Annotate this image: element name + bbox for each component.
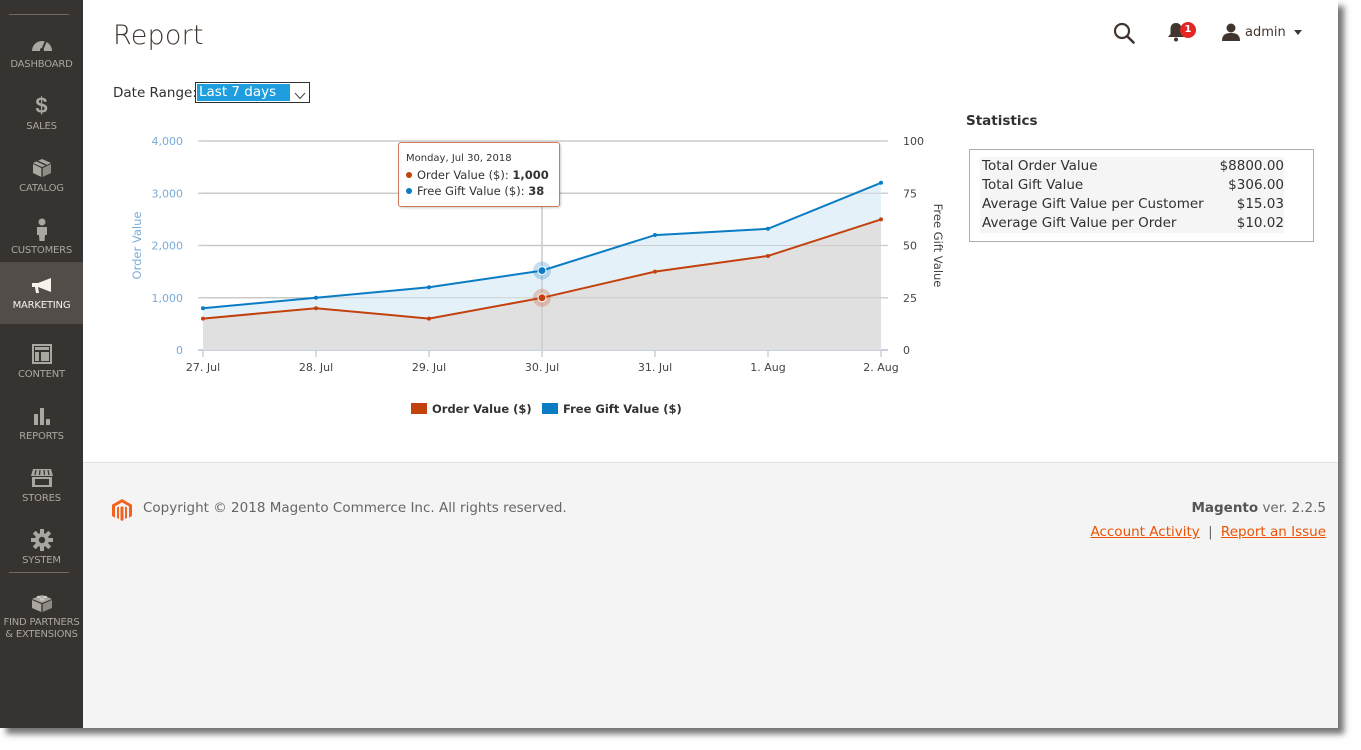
- x-tick-label: 2. Aug: [863, 361, 898, 374]
- stat-row: Total Order Value $8800.00: [982, 158, 1284, 174]
- main-content: Report 1 admin Date Range: Last 7 days 0…: [83, 0, 1338, 728]
- gift-point: [314, 295, 318, 300]
- tooltip-date: Monday, Jul 30, 2018: [406, 153, 512, 164]
- order-point: [879, 217, 883, 222]
- statistics-box: Total Order Value $8800.00 Total Gift Val…: [969, 149, 1314, 242]
- x-tick-label: 31. Jul: [638, 361, 672, 374]
- y-tick-label-right: 75: [903, 187, 917, 200]
- y-tick-label-right: 50: [903, 240, 917, 253]
- user-menu-username[interactable]: admin: [1245, 25, 1286, 40]
- y-tick-label-left: 0: [176, 344, 183, 357]
- y-tick-label-right: 100: [903, 135, 924, 148]
- gift-point: [879, 180, 883, 185]
- admin-window: DASHBOARD $ SALES CATALOG CUSTOMERS MARK…: [0, 0, 1338, 728]
- y-tick-label-right: 0: [903, 344, 910, 357]
- sidebar-item-dashboard[interactable]: DASHBOARD: [0, 24, 83, 86]
- gift-point: [766, 226, 770, 231]
- gear-icon: [0, 528, 83, 552]
- statistics-table: Total Order Value $8800.00 Total Gift Val…: [980, 157, 1284, 233]
- y-tick-label-left: 1,000: [152, 292, 184, 305]
- statistics-title: Statistics: [966, 113, 1038, 129]
- sidebar-logo-divider: [9, 14, 69, 15]
- magento-logo-icon: [112, 499, 132, 525]
- y-axis-title-right: Free Gift Value: [931, 204, 945, 288]
- copyright-text: Copyright © 2018 Magento Commerce Inc. A…: [143, 500, 567, 516]
- person-icon: [0, 218, 83, 242]
- tooltip-row-gift: Free Gift Value ($): 38: [406, 184, 544, 198]
- legend-item-free-gift-value[interactable]: Free Gift Value ($): [542, 402, 682, 416]
- sidebar-item-reports[interactable]: REPORTS: [0, 396, 83, 458]
- y-tick-label-left: 4,000: [152, 135, 184, 148]
- x-tick-label: 27. Jul: [186, 361, 220, 374]
- sidebar-divider: [9, 572, 69, 573]
- box-icon: [0, 156, 83, 180]
- bar-chart-icon: [0, 404, 83, 428]
- account-activity-link[interactable]: Account Activity: [1090, 524, 1199, 540]
- gift-point: [537, 266, 547, 276]
- order-point: [653, 269, 657, 274]
- search-icon[interactable]: [1113, 22, 1135, 48]
- tooltip-row-order: Order Value ($): 1,000: [406, 168, 549, 182]
- order-point: [537, 293, 547, 303]
- legend-item-order-value[interactable]: Order Value ($): [411, 402, 532, 416]
- y-tick-label-left: 3,000: [152, 187, 184, 200]
- gift-series-dot-icon: [406, 188, 412, 194]
- order-point: [766, 253, 770, 258]
- sidebar-item-catalog[interactable]: CATALOG: [0, 148, 83, 210]
- sidebar-item-content[interactable]: CONTENT: [0, 334, 83, 396]
- lego-brick-icon: [0, 590, 83, 614]
- user-menu-caret-icon[interactable]: [1294, 30, 1302, 35]
- footer-links: Account Activity | Report an Issue: [1090, 524, 1326, 540]
- x-tick-label: 28. Jul: [299, 361, 333, 374]
- layout-icon: [0, 342, 83, 366]
- sidebar-item-sales[interactable]: $ SALES: [0, 86, 83, 148]
- order-point: [314, 306, 318, 311]
- gift-point: [201, 306, 205, 311]
- order-swatch-icon: [411, 403, 427, 414]
- storefront-icon: [0, 466, 83, 490]
- chart-tooltip: Monday, Jul 30, 2018 Order Value ($): 1,…: [398, 142, 560, 207]
- x-tick-label: 1. Aug: [750, 361, 785, 374]
- stat-row: Average Gift Value per Order $10.02: [982, 215, 1284, 231]
- gift-swatch-icon: [542, 403, 558, 414]
- page-footer: Copyright © 2018 Magento Commerce Inc. A…: [83, 462, 1338, 728]
- admin-sidebar: DASHBOARD $ SALES CATALOG CUSTOMERS MARK…: [0, 0, 83, 728]
- order-point: [427, 316, 431, 321]
- x-tick-label: 30. Jul: [525, 361, 559, 374]
- gift-point: [427, 285, 431, 290]
- gift-point: [653, 233, 657, 238]
- megaphone-icon: [0, 274, 83, 298]
- order-gift-chart: 0 1,000 2,000 3,000 4,000 0 25 50 75 100 Order Val…: [130, 135, 945, 374]
- dollar-icon: $: [35, 93, 48, 118]
- y-tick-label-right: 25: [903, 292, 917, 305]
- sidebar-item-stores[interactable]: STORES: [0, 458, 83, 520]
- sidebar-item-marketing[interactable]: MARKETING: [0, 262, 83, 324]
- dashboard-gauge-icon: [0, 32, 83, 56]
- order-point: [201, 316, 205, 321]
- order-series-dot-icon: [406, 172, 412, 178]
- stat-row: Total Gift Value $306.00: [982, 177, 1284, 193]
- magento-version: Magento ver. 2.2.5: [1191, 500, 1326, 516]
- y-tick-label-left: 2,000: [152, 240, 184, 253]
- y-axis-title-left: Order Value: [130, 212, 144, 280]
- user-avatar-icon[interactable]: [1221, 23, 1241, 45]
- report-issue-link[interactable]: Report an Issue: [1221, 524, 1326, 540]
- sidebar-item-find-partners[interactable]: FIND PARTNERS & EXTENSIONS: [0, 582, 83, 642]
- x-tick-label: 29. Jul: [412, 361, 446, 374]
- stat-row: Average Gift Value per Customer $15.03: [982, 196, 1284, 212]
- notifications-count-badge[interactable]: 1: [1180, 22, 1196, 38]
